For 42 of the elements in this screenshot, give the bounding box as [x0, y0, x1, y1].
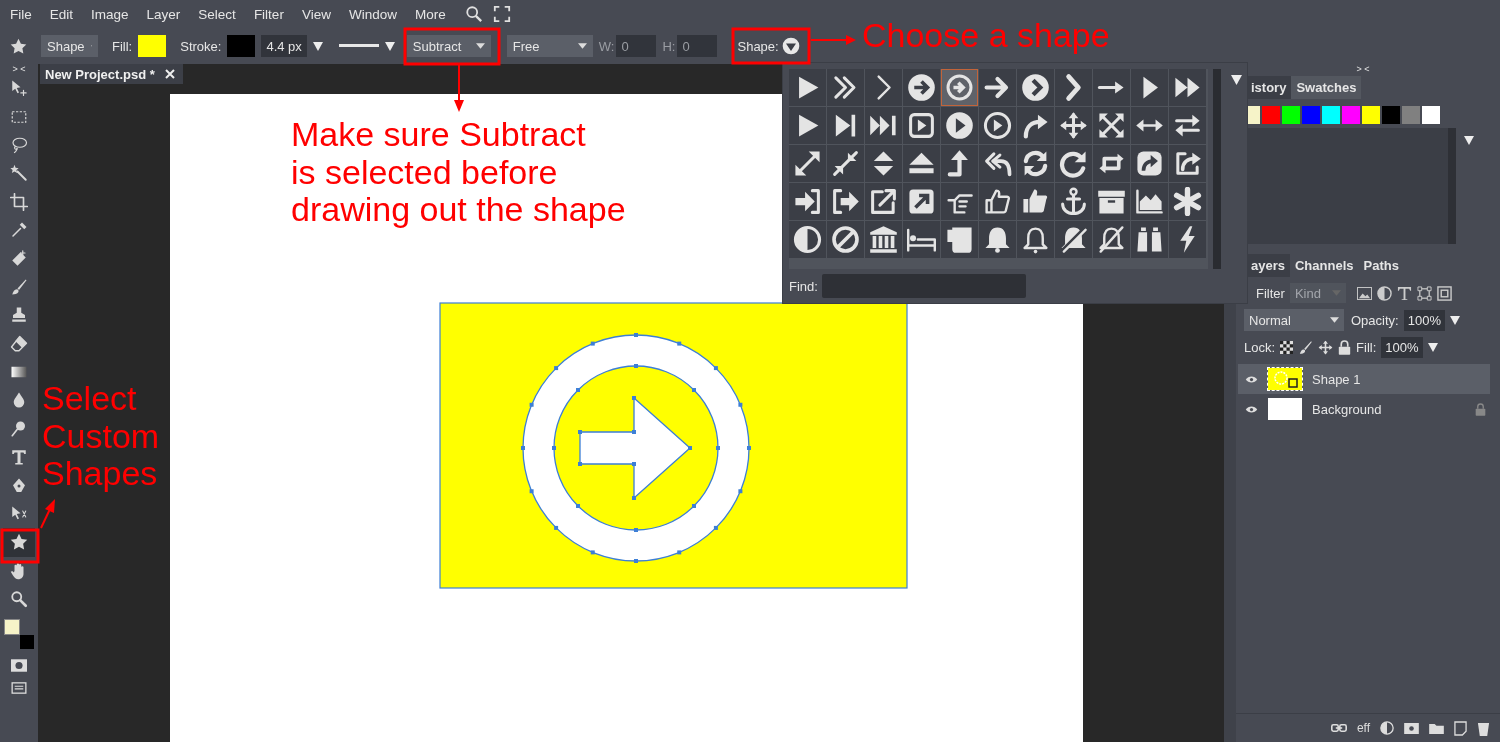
annotation-text: Make sure Subtract is selected before drawing out the shape: [291, 116, 626, 229]
tool-mode-dropdown[interactable]: Shape: [41, 35, 98, 57]
fill-label: Fill:: [112, 38, 133, 54]
menu-item[interactable]: File: [1, 6, 41, 22]
find-label: Find:: [789, 278, 818, 294]
stroke-width-field[interactable]: 4.4 px: [261, 35, 307, 57]
collapse-toggle[interactable]: > <: [1356, 64, 1370, 74]
annotation-text: Choose a shape: [862, 17, 1110, 55]
height-label: H:: [662, 38, 676, 54]
collapse-toggle[interactable]: > <: [12, 64, 26, 74]
stroke-label: Stroke:: [180, 38, 222, 54]
opacity-label: Opacity:: [1351, 312, 1399, 328]
panel-tab[interactable]: istory: [1246, 76, 1292, 99]
panel-tab[interactable]: Swatches: [1291, 76, 1362, 99]
layer-row[interactable]: Shape 1: [1238, 364, 1490, 394]
width-field[interactable]: 0: [616, 35, 657, 57]
menu-item[interactable]: Layer: [137, 6, 190, 22]
menu-item[interactable]: View: [292, 6, 340, 22]
height-field[interactable]: 0: [677, 35, 718, 57]
panel-tab[interactable]: ayers: [1246, 254, 1290, 277]
menu-item[interactable]: Image: [82, 6, 138, 22]
filter-label: Filter: [1256, 285, 1285, 301]
constraint-dropdown[interactable]: Free: [506, 35, 593, 57]
effects-button[interactable]: eff: [1356, 721, 1370, 735]
width-label: W:: [598, 38, 615, 54]
fill-field[interactable]: 100%: [1381, 337, 1423, 358]
opacity-field[interactable]: 100%: [1403, 309, 1445, 331]
layer-name: Shape 1: [1312, 371, 1362, 387]
menu-item[interactable]: Window: [339, 6, 406, 22]
document-tab[interactable]: New Project.psd *: [40, 64, 183, 84]
layer-row[interactable]: Background: [1238, 394, 1490, 424]
shape-label: Shape:: [737, 38, 779, 54]
path-operation-dropdown[interactable]: Subtract: [406, 35, 491, 57]
annotation-text: Select Custom Shapes: [42, 380, 160, 493]
menu-item[interactable]: Select: [189, 6, 245, 22]
blend-mode-dropdown[interactable]: Normal: [1244, 309, 1344, 331]
menu-item[interactable]: Edit: [40, 6, 83, 22]
menu-item[interactable]: Filter: [244, 6, 293, 22]
menu-item[interactable]: More: [405, 6, 455, 22]
lock-label: Lock:: [1244, 340, 1276, 355]
layer-name: Background: [1312, 401, 1383, 417]
fill-label: Fill:: [1356, 340, 1377, 355]
